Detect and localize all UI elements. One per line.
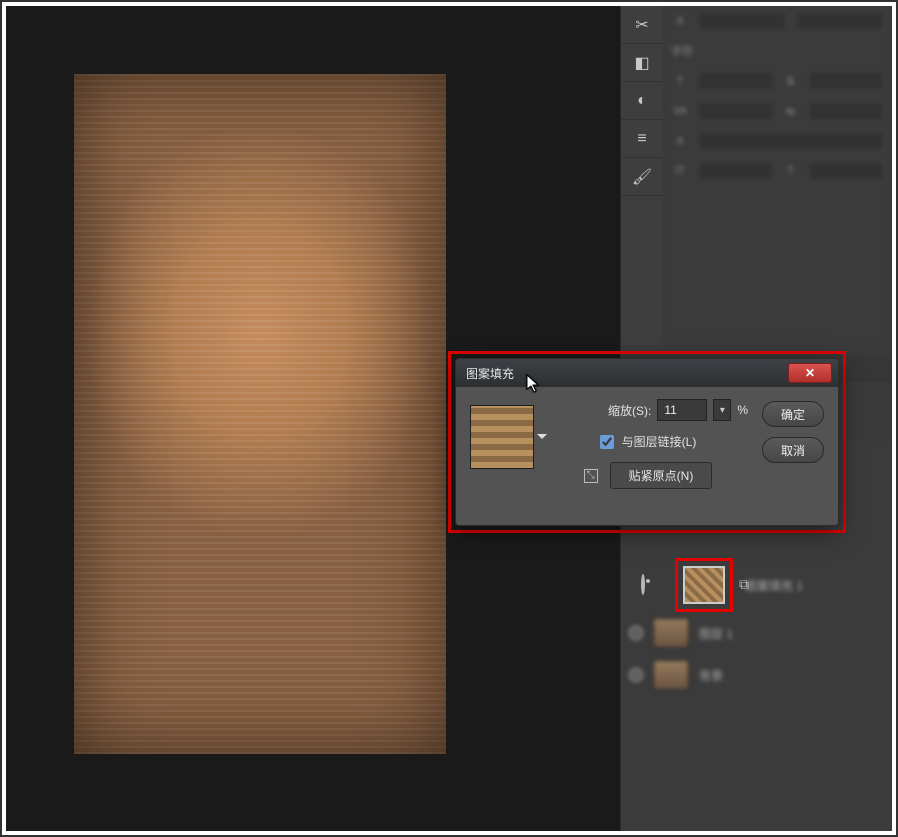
layer-thumbnail-highlight[interactable]	[675, 558, 733, 612]
snap-to-origin-label: 贴紧原点(N)	[629, 469, 694, 483]
link-with-layer-label: 与图层链接(L)	[622, 433, 697, 450]
cancel-button-label: 取消	[781, 442, 805, 459]
visibility-eye-icon[interactable]	[629, 626, 643, 640]
brush-icon[interactable]: 🖌	[621, 158, 663, 196]
scissors-icon[interactable]: ✂	[621, 6, 663, 44]
ok-button[interactable]: 确定	[762, 401, 824, 427]
layer-thumbnail	[653, 660, 689, 690]
scale-label: 缩放(S):	[608, 402, 651, 419]
paragraph-icon[interactable]: ≡	[621, 120, 663, 158]
link-with-layer-row: 与图层链接(L)	[548, 433, 748, 450]
visibility-eye-icon[interactable]	[629, 668, 643, 682]
panel-tool-column: ✂ ◧ ◐ ≡ 🖌	[621, 6, 663, 346]
snap-row: ⤡ 贴紧原点(N)	[548, 462, 748, 489]
close-button[interactable]: ✕	[788, 363, 832, 383]
swatch-icon[interactable]: ◧	[621, 44, 663, 82]
dialog-title: 图案填充	[466, 365, 788, 382]
layer-name: 图案填充 1	[745, 577, 884, 594]
character-panel: A 字符 T⇅ VA⇆ A ITT	[663, 6, 892, 346]
visibility-eye-icon[interactable]	[641, 574, 645, 595]
close-icon: ✕	[805, 366, 815, 380]
pattern-fill-thumbnail	[683, 566, 725, 604]
dialog-titlebar[interactable]: 图案填充 ✕	[456, 359, 838, 387]
ok-button-label: 确定	[781, 406, 805, 423]
pattern-fill-dialog: 图案填充 ✕ 缩放(S): ▾ %	[455, 358, 839, 526]
snap-origin-icon: ⤡	[584, 469, 598, 483]
pattern-picker[interactable]	[470, 405, 534, 469]
dialog-options: 缩放(S): ▾ % 与图层链接(L) ⤡	[548, 399, 748, 489]
dialog-highlight-box: 图案填充 ✕ 缩放(S): ▾ %	[448, 351, 846, 533]
char-panel-label: 字符	[671, 43, 693, 59]
layer-row[interactable]: 图层 1	[621, 612, 892, 654]
layer-row[interactable]: 背景	[621, 654, 892, 696]
layer-name: 背景	[699, 667, 884, 684]
dialog-button-column: 确定 取消	[762, 399, 824, 489]
layer-thumbnail	[653, 618, 689, 648]
app-frame: ✂ ◧ ◐ ≡ 🖌 A 字符 T⇅ VA⇆ A ITT	[0, 0, 898, 837]
circle-icon[interactable]: ◐	[621, 82, 663, 120]
layer-name: 图层 1	[699, 625, 884, 642]
scale-unit: %	[737, 403, 748, 417]
dialog-body: 缩放(S): ▾ % 与图层链接(L) ⤡	[456, 387, 838, 501]
scale-dropdown[interactable]: ▾	[713, 399, 731, 421]
scale-row: 缩放(S): ▾ %	[548, 399, 748, 421]
layer-row[interactable]: 图案填充 1	[737, 564, 892, 606]
scale-input[interactable]	[657, 399, 707, 421]
chevron-down-icon: ▾	[720, 405, 725, 416]
snap-to-origin-button[interactable]: 贴紧原点(N)	[610, 462, 713, 489]
document-canvas[interactable]	[74, 74, 446, 754]
workspace: ✂ ◧ ◐ ≡ 🖌 A 字符 T⇅ VA⇆ A ITT	[6, 6, 892, 831]
cancel-button[interactable]: 取消	[762, 437, 824, 463]
link-with-layer-checkbox[interactable]	[600, 435, 614, 449]
